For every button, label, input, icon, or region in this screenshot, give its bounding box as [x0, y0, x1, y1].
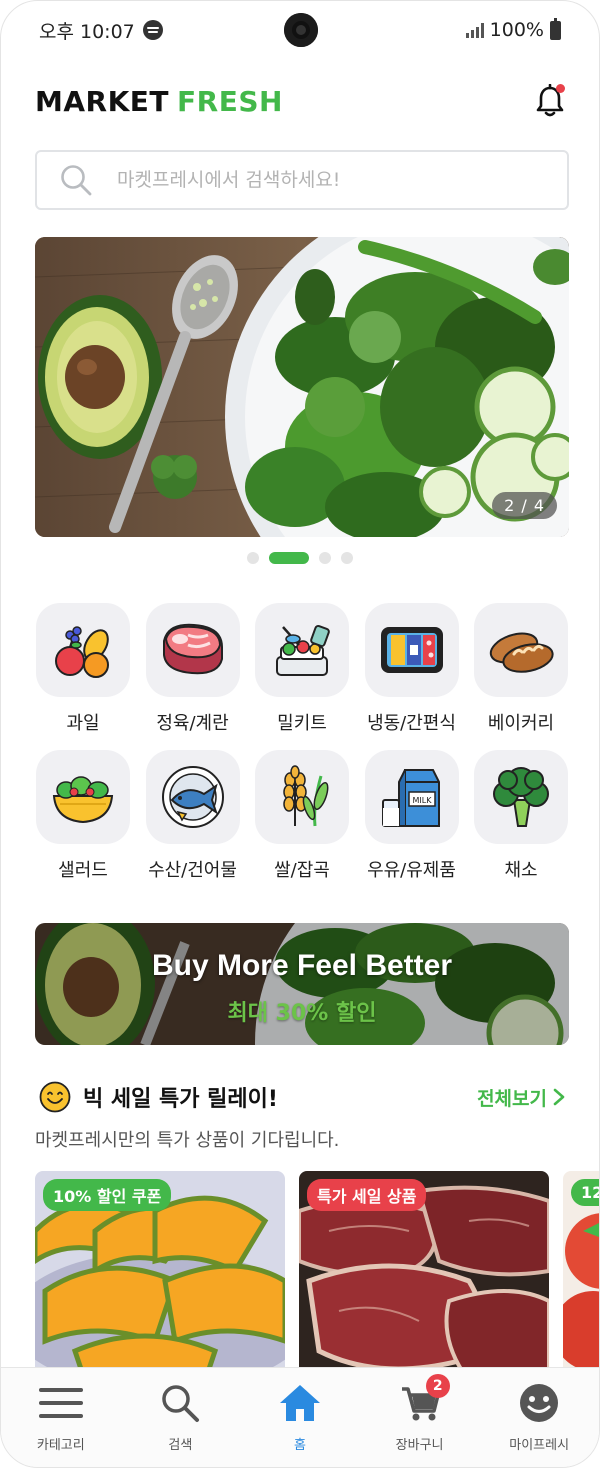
category-frozen[interactable]: 냉동/간편식	[364, 603, 460, 735]
phone-screen: 오후 10:07 100% MARKET FRESH 마켓프레시에서 검색하세요…	[0, 0, 600, 1468]
battery-percent: 100%	[489, 19, 544, 41]
bottom-navigation: 카테고리 검색 홈 2 장바구니 마이프레시	[1, 1367, 599, 1467]
product-tag: 특가 세일 상품	[307, 1179, 427, 1211]
grain-icon	[283, 765, 329, 827]
broccoli-icon	[493, 767, 549, 827]
nav-home[interactable]: 홈	[240, 1368, 360, 1467]
category-label: 베이커리	[487, 713, 555, 734]
promo-banner[interactable]: Buy More Feel Better 최대 30% 할인	[35, 923, 569, 1045]
search-icon	[162, 1385, 200, 1422]
category-row: 샐러드 수산/건어물 쌀/잡곡 MILK 우유/유제품 채소	[35, 750, 569, 882]
home-icon	[279, 1385, 320, 1421]
cart-badge: 2	[425, 1374, 450, 1398]
category-row: 과일 정육/계란 밀키트 냉동/간편식 베이커리	[35, 603, 569, 735]
nav-cart[interactable]: 2 장바구니	[360, 1368, 480, 1467]
banner-image	[35, 237, 569, 537]
meal-kit-icon	[276, 624, 330, 676]
category-label: 쌀/잡곡	[274, 860, 330, 881]
signal-icon	[465, 22, 484, 38]
category-bakery[interactable]: 베이커리	[473, 603, 569, 735]
category-meal-kit[interactable]: 밀키트	[254, 603, 350, 735]
menu-icon	[38, 1388, 83, 1418]
carousel-dot[interactable]	[247, 552, 259, 564]
app-header: MARKET FRESH	[35, 81, 565, 121]
view-all-link[interactable]: 전체보기	[477, 1084, 565, 1111]
sale-section-header: 빅 세일 특가 릴레이! 전체보기	[39, 1081, 565, 1113]
carousel-indicator	[1, 552, 599, 564]
product-card[interactable]: 특가 세일 상품	[299, 1171, 549, 1371]
frozen-food-icon	[380, 627, 443, 673]
carousel-dot[interactable]	[341, 552, 353, 564]
notification-dot	[556, 84, 565, 93]
category-label: 샐러드	[58, 860, 108, 881]
meat-icon	[162, 623, 223, 675]
category-label: 채소	[504, 860, 538, 881]
svg-text:MILK: MILK	[412, 796, 432, 805]
search-bar[interactable]	[35, 150, 569, 210]
product-card[interactable]: 10% 할인 쿠폰	[35, 1171, 285, 1371]
salad-icon	[52, 776, 114, 824]
nav-category[interactable]: 카테고리	[1, 1368, 121, 1467]
category-label: 냉동/간편식	[367, 713, 456, 734]
front-camera	[284, 13, 318, 47]
product-tag: 10% 할인 쿠폰	[43, 1179, 172, 1211]
category-label: 수산/건어물	[148, 860, 237, 881]
category-salad[interactable]: 샐러드	[35, 750, 131, 882]
battery-icon	[550, 17, 561, 40]
status-time: 오후 10:07	[39, 20, 135, 43]
fruit-icon	[55, 626, 109, 678]
category-label: 정육/계란	[156, 713, 229, 734]
hero-banner[interactable]: 2 / 4	[35, 237, 569, 537]
bread-icon	[489, 632, 554, 673]
profile-icon	[520, 1384, 559, 1422]
brand-logo[interactable]: MARKET FRESH	[35, 85, 283, 118]
search-icon	[61, 165, 92, 196]
slide-counter: 2 / 4	[492, 492, 557, 519]
nav-search[interactable]: 검색	[121, 1368, 241, 1467]
category-label: 과일	[66, 713, 100, 734]
nav-my-fresh[interactable]: 마이프레시	[479, 1368, 599, 1467]
carousel-dot[interactable]	[319, 552, 331, 564]
category-vegetable[interactable]: 채소	[473, 750, 569, 882]
notification-button[interactable]	[535, 83, 565, 118]
category-meat[interactable]: 정육/계란	[145, 603, 241, 735]
category-grain[interactable]: 쌀/잡곡	[254, 750, 350, 882]
section-title: 빅 세일 특가 릴레이!	[83, 1087, 278, 1112]
smile-emoji-icon	[39, 1081, 71, 1113]
category-label: 우유/유제품	[367, 860, 456, 881]
promo-title: Buy More Feel Better	[151, 949, 453, 982]
category-seafood[interactable]: 수산/건어물	[145, 750, 241, 882]
category-fruit[interactable]: 과일	[35, 603, 131, 735]
product-tag: 12	[571, 1179, 599, 1206]
section-subtitle: 마켓프레시만의 특가 상품이 기다립니다.	[35, 1130, 340, 1151]
milk-icon: MILK	[381, 769, 440, 827]
carousel-dot-active[interactable]	[269, 552, 309, 564]
fish-icon	[161, 766, 224, 828]
chevron-right-icon	[553, 1088, 565, 1106]
search-input[interactable]	[117, 169, 497, 191]
product-carousel[interactable]: 10% 할인 쿠폰 특가 세일 상품 12	[35, 1171, 599, 1371]
category-label: 밀키트	[277, 713, 327, 734]
spotify-icon	[142, 20, 163, 40]
status-bar: 오후 10:07 100%	[1, 1, 599, 59]
product-card[interactable]: 12	[563, 1171, 599, 1371]
promo-subtitle: 최대 30% 할인	[227, 1001, 377, 1026]
category-dairy[interactable]: MILK 우유/유제품	[364, 750, 460, 882]
